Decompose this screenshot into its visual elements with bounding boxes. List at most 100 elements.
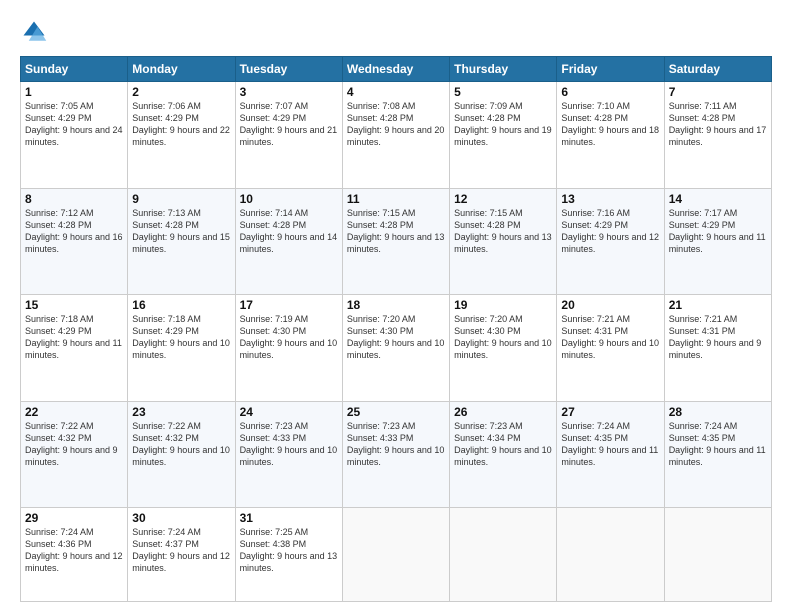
sunset-label: Sunset: 4:35 PM xyxy=(561,433,628,443)
daylight-label: Daylight: 9 hours and 10 minutes. xyxy=(454,338,552,360)
daylight-label: Daylight: 9 hours and 19 minutes. xyxy=(454,125,552,147)
daylight-label: Daylight: 9 hours and 11 minutes. xyxy=(669,445,766,467)
sunrise-label: Sunrise: 7:15 AM xyxy=(347,208,416,218)
day-number: 1 xyxy=(25,85,123,99)
day-number: 16 xyxy=(132,298,230,312)
daylight-label: Daylight: 9 hours and 13 minutes. xyxy=(347,232,445,254)
day-info: Sunrise: 7:15 AM Sunset: 4:28 PM Dayligh… xyxy=(454,207,552,256)
daylight-label: Daylight: 9 hours and 24 minutes. xyxy=(25,125,123,147)
calendar-cell: 22 Sunrise: 7:22 AM Sunset: 4:32 PM Dayl… xyxy=(21,401,128,508)
calendar-cell: 24 Sunrise: 7:23 AM Sunset: 4:33 PM Dayl… xyxy=(235,401,342,508)
calendar-cell: 21 Sunrise: 7:21 AM Sunset: 4:31 PM Dayl… xyxy=(664,295,771,402)
sunrise-label: Sunrise: 7:13 AM xyxy=(132,208,201,218)
sunset-label: Sunset: 4:28 PM xyxy=(347,113,414,123)
sunrise-label: Sunrise: 7:22 AM xyxy=(25,421,94,431)
day-info: Sunrise: 7:17 AM Sunset: 4:29 PM Dayligh… xyxy=(669,207,767,256)
day-info: Sunrise: 7:13 AM Sunset: 4:28 PM Dayligh… xyxy=(132,207,230,256)
day-number: 22 xyxy=(25,405,123,419)
daylight-label: Daylight: 9 hours and 11 minutes. xyxy=(669,232,766,254)
sunrise-label: Sunrise: 7:15 AM xyxy=(454,208,523,218)
day-number: 13 xyxy=(561,192,659,206)
day-number: 8 xyxy=(25,192,123,206)
day-info: Sunrise: 7:24 AM Sunset: 4:35 PM Dayligh… xyxy=(669,420,767,469)
calendar-cell: 12 Sunrise: 7:15 AM Sunset: 4:28 PM Dayl… xyxy=(450,188,557,295)
daylight-label: Daylight: 9 hours and 14 minutes. xyxy=(240,232,338,254)
day-info: Sunrise: 7:07 AM Sunset: 4:29 PM Dayligh… xyxy=(240,100,338,149)
calendar-cell: 27 Sunrise: 7:24 AM Sunset: 4:35 PM Dayl… xyxy=(557,401,664,508)
daylight-label: Daylight: 9 hours and 12 minutes. xyxy=(561,232,659,254)
sunset-label: Sunset: 4:28 PM xyxy=(561,113,628,123)
calendar-cell: 5 Sunrise: 7:09 AM Sunset: 4:28 PM Dayli… xyxy=(450,82,557,189)
day-info: Sunrise: 7:21 AM Sunset: 4:31 PM Dayligh… xyxy=(561,313,659,362)
sunset-label: Sunset: 4:37 PM xyxy=(132,539,199,549)
sunrise-label: Sunrise: 7:16 AM xyxy=(561,208,630,218)
day-info: Sunrise: 7:23 AM Sunset: 4:33 PM Dayligh… xyxy=(240,420,338,469)
sunrise-label: Sunrise: 7:21 AM xyxy=(669,314,738,324)
calendar-cell xyxy=(557,508,664,602)
day-number: 19 xyxy=(454,298,552,312)
sunset-label: Sunset: 4:29 PM xyxy=(132,326,199,336)
day-header-thursday: Thursday xyxy=(450,57,557,82)
header xyxy=(20,18,772,46)
daylight-label: Daylight: 9 hours and 13 minutes. xyxy=(240,551,338,573)
daylight-label: Daylight: 9 hours and 15 minutes. xyxy=(132,232,230,254)
day-number: 23 xyxy=(132,405,230,419)
sunrise-label: Sunrise: 7:18 AM xyxy=(25,314,94,324)
calendar-cell xyxy=(664,508,771,602)
calendar-header-row: SundayMondayTuesdayWednesdayThursdayFrid… xyxy=(21,57,772,82)
day-info: Sunrise: 7:06 AM Sunset: 4:29 PM Dayligh… xyxy=(132,100,230,149)
sunset-label: Sunset: 4:33 PM xyxy=(347,433,414,443)
sunset-label: Sunset: 4:28 PM xyxy=(132,220,199,230)
calendar-cell: 31 Sunrise: 7:25 AM Sunset: 4:38 PM Dayl… xyxy=(235,508,342,602)
sunset-label: Sunset: 4:32 PM xyxy=(132,433,199,443)
sunset-label: Sunset: 4:28 PM xyxy=(454,113,521,123)
day-header-monday: Monday xyxy=(128,57,235,82)
sunrise-label: Sunrise: 7:24 AM xyxy=(561,421,630,431)
daylight-label: Daylight: 9 hours and 13 minutes. xyxy=(454,232,552,254)
daylight-label: Daylight: 9 hours and 9 minutes. xyxy=(669,338,762,360)
day-number: 12 xyxy=(454,192,552,206)
day-info: Sunrise: 7:25 AM Sunset: 4:38 PM Dayligh… xyxy=(240,526,338,575)
calendar-cell: 6 Sunrise: 7:10 AM Sunset: 4:28 PM Dayli… xyxy=(557,82,664,189)
daylight-label: Daylight: 9 hours and 11 minutes. xyxy=(25,338,122,360)
sunset-label: Sunset: 4:29 PM xyxy=(561,220,628,230)
sunset-label: Sunset: 4:28 PM xyxy=(669,113,736,123)
sunrise-label: Sunrise: 7:24 AM xyxy=(132,527,201,537)
calendar-cell: 18 Sunrise: 7:20 AM Sunset: 4:30 PM Dayl… xyxy=(342,295,449,402)
sunrise-label: Sunrise: 7:05 AM xyxy=(25,101,94,111)
daylight-label: Daylight: 9 hours and 12 minutes. xyxy=(132,551,230,573)
daylight-label: Daylight: 9 hours and 10 minutes. xyxy=(561,338,659,360)
sunset-label: Sunset: 4:29 PM xyxy=(669,220,736,230)
calendar-cell: 28 Sunrise: 7:24 AM Sunset: 4:35 PM Dayl… xyxy=(664,401,771,508)
day-number: 11 xyxy=(347,192,445,206)
calendar-cell xyxy=(342,508,449,602)
day-info: Sunrise: 7:23 AM Sunset: 4:33 PM Dayligh… xyxy=(347,420,445,469)
day-number: 7 xyxy=(669,85,767,99)
calendar-cell: 2 Sunrise: 7:06 AM Sunset: 4:29 PM Dayli… xyxy=(128,82,235,189)
sunrise-label: Sunrise: 7:14 AM xyxy=(240,208,309,218)
day-number: 20 xyxy=(561,298,659,312)
daylight-label: Daylight: 9 hours and 22 minutes. xyxy=(132,125,230,147)
day-info: Sunrise: 7:19 AM Sunset: 4:30 PM Dayligh… xyxy=(240,313,338,362)
sunrise-label: Sunrise: 7:21 AM xyxy=(561,314,630,324)
day-info: Sunrise: 7:15 AM Sunset: 4:28 PM Dayligh… xyxy=(347,207,445,256)
calendar-cell: 13 Sunrise: 7:16 AM Sunset: 4:29 PM Dayl… xyxy=(557,188,664,295)
calendar-cell xyxy=(450,508,557,602)
sunrise-label: Sunrise: 7:23 AM xyxy=(347,421,416,431)
sunset-label: Sunset: 4:31 PM xyxy=(561,326,628,336)
sunrise-label: Sunrise: 7:08 AM xyxy=(347,101,416,111)
calendar-week-4: 22 Sunrise: 7:22 AM Sunset: 4:32 PM Dayl… xyxy=(21,401,772,508)
sunset-label: Sunset: 4:29 PM xyxy=(132,113,199,123)
daylight-label: Daylight: 9 hours and 10 minutes. xyxy=(347,445,445,467)
sunrise-label: Sunrise: 7:20 AM xyxy=(454,314,523,324)
calendar-cell: 17 Sunrise: 7:19 AM Sunset: 4:30 PM Dayl… xyxy=(235,295,342,402)
day-number: 21 xyxy=(669,298,767,312)
sunrise-label: Sunrise: 7:07 AM xyxy=(240,101,309,111)
daylight-label: Daylight: 9 hours and 10 minutes. xyxy=(132,445,230,467)
logo xyxy=(20,18,52,46)
sunrise-label: Sunrise: 7:23 AM xyxy=(454,421,523,431)
day-info: Sunrise: 7:05 AM Sunset: 4:29 PM Dayligh… xyxy=(25,100,123,149)
logo-icon xyxy=(20,18,48,46)
sunrise-label: Sunrise: 7:18 AM xyxy=(132,314,201,324)
day-info: Sunrise: 7:20 AM Sunset: 4:30 PM Dayligh… xyxy=(347,313,445,362)
